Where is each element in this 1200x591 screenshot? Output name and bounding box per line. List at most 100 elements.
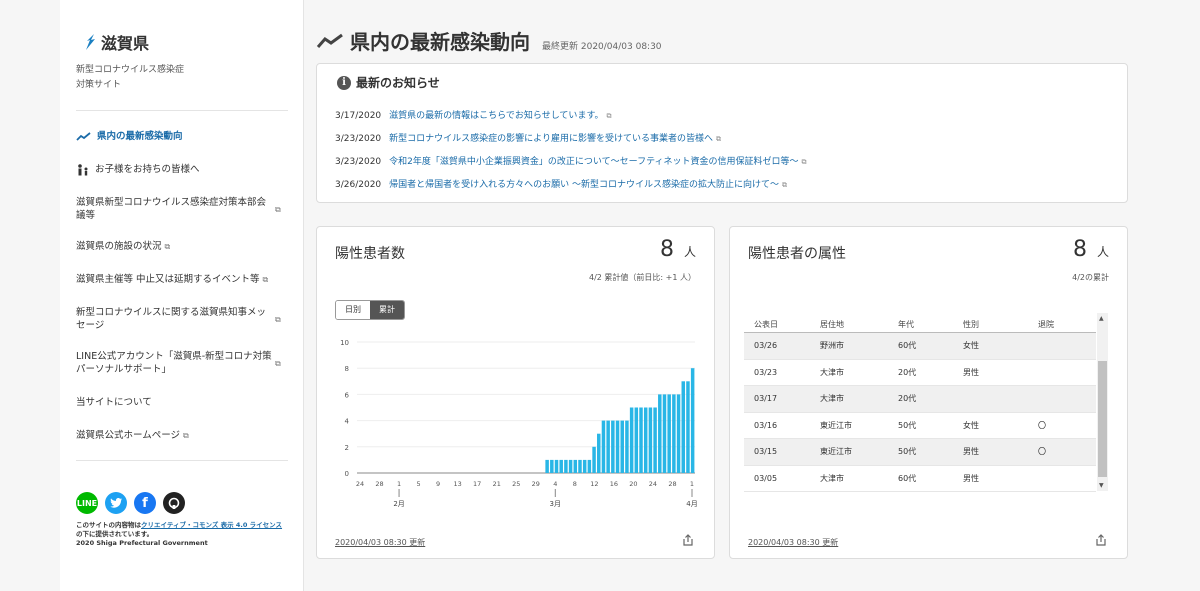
facebook-icon[interactable]: f bbox=[134, 492, 156, 514]
cell-date: 03/05 bbox=[754, 473, 778, 483]
x-tick-label: 1 bbox=[397, 480, 401, 488]
nav-item-task-force[interactable]: 滋賀県新型コロナウイルス感染症対策本部会議等 ⧉ bbox=[76, 196, 288, 222]
column-header[interactable]: 性別 bbox=[963, 319, 1038, 330]
news-link[interactable]: 令和2年度「滋賀県中小企業振興資金」の改正について～セーフティネット資金の信用保… bbox=[389, 157, 798, 167]
nav-item-label: 新型コロナウイルスに関する滋賀県知事メッセージ bbox=[76, 307, 267, 331]
cell-sex: 男性 bbox=[963, 473, 979, 483]
x-tick-label: 8 bbox=[573, 480, 577, 488]
divider bbox=[76, 460, 288, 461]
nav-item-trends[interactable]: 県内の最新感染動向 bbox=[76, 130, 288, 143]
license-prefix: このサイトの内容物は bbox=[76, 521, 141, 529]
external-link-icon: ⧉ bbox=[164, 242, 171, 251]
license-suffix: の下に提供されています。 bbox=[76, 530, 154, 538]
news-link[interactable]: 新型コロナウイルス感染症の影響により雇用に影響を受けている事業者の皆様へ bbox=[389, 134, 713, 144]
cell-date: 03/23 bbox=[754, 367, 778, 377]
external-link-icon: ⧉ bbox=[275, 314, 281, 324]
x-tick-label: 13 bbox=[454, 480, 462, 488]
chart-bar bbox=[559, 459, 563, 473]
chart-toggle[interactable]: 日別 累計 bbox=[335, 300, 405, 320]
column-header[interactable]: 居住地 bbox=[820, 319, 898, 330]
cell-age: 50代 bbox=[898, 447, 917, 457]
column-header[interactable]: 退院 bbox=[1038, 319, 1096, 330]
news-item[interactable]: 3/23/2020 新型コロナウイルス感染症の影響により雇用に影響を受けている事業… bbox=[335, 131, 721, 144]
nav-item-about[interactable]: 当サイトについて bbox=[76, 396, 288, 409]
column-header[interactable]: 公表日 bbox=[744, 319, 820, 330]
chart-bar bbox=[639, 407, 643, 473]
y-tick-label: 0 bbox=[345, 470, 349, 478]
month-label: 2月 bbox=[393, 500, 404, 508]
chart-bar bbox=[653, 407, 657, 473]
nav-item-label: 当サイトについて bbox=[76, 397, 152, 408]
nav-item-label: LINE公式アカウント「滋賀県-新型コロナ対策パーソナルサポート」 bbox=[76, 351, 272, 375]
patients-table: 公表日 居住地 年代 性別 退院 03/26 野洲市 60代 女性 03/23 … bbox=[744, 317, 1096, 492]
chart-bar bbox=[592, 446, 596, 473]
attributes-card: 陽性患者の属性 8 人 4/2の累計 公表日 居住地 年代 性別 退院 03/2… bbox=[729, 226, 1128, 559]
news-link[interactable]: 滋賀県の最新の情報はこちらでお知らせしています。 bbox=[389, 111, 603, 121]
chart-bar bbox=[564, 459, 568, 473]
news-item[interactable]: 3/23/2020 令和2年度「滋賀県中小企業振興資金」の改正について～セーフティ… bbox=[335, 154, 807, 167]
chart-bar bbox=[672, 394, 676, 473]
count-unit: 人 bbox=[683, 245, 696, 259]
card-footer-updated: 2020/04/03 08:30 更新 bbox=[335, 538, 426, 547]
count-unit: 人 bbox=[1096, 245, 1109, 259]
chart-bar bbox=[690, 368, 695, 473]
sidebar: 滋賀県 新型コロナウイルス感染症 対策サイト 県内の最新感染動向 お子様をお持ち… bbox=[60, 0, 304, 591]
x-tick-label: 12 bbox=[590, 480, 598, 488]
chart-bar bbox=[550, 459, 554, 473]
cell-age: 20代 bbox=[898, 367, 917, 377]
share-icon[interactable] bbox=[1095, 534, 1107, 546]
x-tick-label: 17 bbox=[473, 480, 481, 488]
x-tick-label: 28 bbox=[668, 480, 676, 488]
cell-sex: 女性 bbox=[963, 420, 979, 430]
nav-item-governor-message[interactable]: 新型コロナウイルスに関する滋賀県知事メッセージ ⧉ bbox=[76, 306, 288, 332]
nav-item-parents[interactable]: お子様をお持ちの皆様へ bbox=[76, 163, 288, 176]
card-footer-updated: 2020/04/03 08:30 更新 bbox=[748, 538, 839, 547]
page-title: 県内の最新感染動向 bbox=[350, 30, 530, 54]
github-icon[interactable] bbox=[163, 492, 185, 514]
cell-sex: 女性 bbox=[963, 341, 979, 351]
line-icon[interactable]: LINE bbox=[76, 492, 98, 514]
news-card: i 最新のお知らせ 3/17/2020 滋賀県の最新の情報はこちらでお知らせしてい… bbox=[316, 63, 1128, 203]
news-item[interactable]: 3/17/2020 滋賀県の最新の情報はこちらでお知らせしています。 ⧉ bbox=[335, 108, 612, 121]
chart-bar bbox=[615, 420, 620, 473]
parent-child-icon bbox=[76, 163, 90, 176]
nav-item-official-site[interactable]: 滋賀県公式ホームページ ⧉ bbox=[76, 429, 288, 442]
table-row: 03/17 大津市 20代 bbox=[744, 386, 1096, 413]
cell-sex: 男性 bbox=[963, 447, 979, 457]
social-links: LINE f bbox=[76, 492, 185, 514]
nav-item-label: お子様をお持ちの皆様へ bbox=[95, 164, 200, 175]
scroll-up-icon[interactable]: ▲ bbox=[1099, 315, 1104, 322]
nav-item-events[interactable]: 滋賀県主催等 中止又は延期するイベント等 ⧉ bbox=[76, 273, 288, 286]
twitter-icon[interactable] bbox=[105, 492, 127, 514]
table-row: 03/26 野洲市 60代 女性 bbox=[744, 333, 1096, 360]
nav-item-facilities[interactable]: 滋賀県の施設の状況 ⧉ bbox=[76, 240, 288, 253]
cell-age: 50代 bbox=[898, 420, 917, 430]
news-item[interactable]: 3/26/2020 帰国者と帰国者を受け入れる方々へのお願い ～新型コロナウイルス… bbox=[335, 177, 787, 190]
toggle-daily-button[interactable]: 日別 bbox=[336, 301, 370, 319]
nav-item-label: 県内の最新感染動向 bbox=[97, 131, 183, 142]
cell-sex: 男性 bbox=[963, 367, 979, 377]
site-logo[interactable]: 滋賀県 bbox=[82, 30, 149, 54]
external-link-icon: ⧉ bbox=[262, 275, 269, 284]
count-note: 4/2 累計値（前日比: +1 人） bbox=[589, 273, 696, 282]
x-tick-label: 1 bbox=[690, 480, 694, 488]
chart-bar bbox=[578, 459, 582, 473]
column-header[interactable]: 年代 bbox=[898, 319, 963, 330]
subtitle-line-1: 新型コロナウイルス感染症 bbox=[76, 65, 185, 75]
external-link-icon: ⧉ bbox=[275, 204, 281, 214]
nav-item-line[interactable]: LINE公式アカウント「滋賀県-新型コロナ対策パーソナルサポート」 ⧉ bbox=[76, 350, 288, 376]
license-link[interactable]: クリエイティブ・コモンズ 表示 4.0 ライセンス bbox=[141, 521, 282, 529]
x-tick-label: 5 bbox=[417, 480, 421, 488]
scroll-down-icon[interactable]: ▼ bbox=[1099, 482, 1104, 489]
cell-residence: 東近江市 bbox=[820, 420, 852, 430]
share-icon[interactable] bbox=[682, 534, 694, 546]
page-header: 県内の最新感染動向 最終更新 2020/04/03 08:30 bbox=[316, 26, 662, 55]
table-scrollbar[interactable]: ▲ ▼ bbox=[1097, 313, 1108, 491]
x-tick-label: 16 bbox=[610, 480, 618, 488]
news-link[interactable]: 帰国者と帰国者を受け入れる方々へのお願い ～新型コロナウイルス感染症の拡大防止に… bbox=[389, 180, 779, 190]
trend-icon bbox=[316, 33, 343, 48]
nav-item-label: 滋賀県主催等 中止又は延期するイベント等 bbox=[76, 274, 260, 285]
y-tick-label: 6 bbox=[345, 391, 350, 399]
scrollbar-thumb[interactable] bbox=[1098, 361, 1107, 477]
toggle-cumulative-button[interactable]: 累計 bbox=[370, 301, 404, 319]
